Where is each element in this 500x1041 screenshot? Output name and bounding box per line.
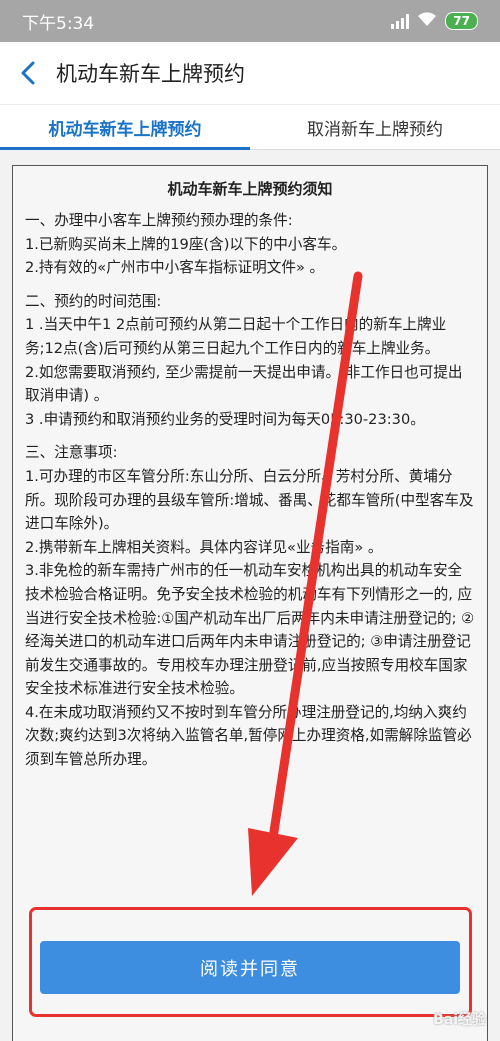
notice-section-time-range: 二、预约的时间范围: 1 .当天中午1 2点前可预约从第二日起十个工作日内的新车… [25,290,475,432]
notice-line: 一、办理中小客车上牌预约预办理的条件: [25,212,293,229]
signal-icon [391,13,410,29]
notice-title: 机动车新车上牌预约须知 [167,180,333,198]
status-time: 下午5:34 [22,13,95,34]
notice-section-notes: 三、注意事项: 1.可办理的市区车管分所:东山分所、白云分所、芳村分所、黄埔分所… [25,441,475,771]
tab-new-car-booking[interactable]: 机动车新车上牌预约 [0,105,250,150]
notice-line: 2.携带新车上牌相关资料。具体内容详见«业务指南» 。 [25,538,383,556]
notice-section-conditions: 一、办理中小客车上牌预约预办理的条件: 1.已新购买尚未上牌的19座(含)以下的… [25,209,475,280]
notice-line: 3 .申请预约和取消预约业务的受理时间为每天05:30-23:30。 [25,410,425,428]
tab-cancel-booking[interactable]: 取消新车上牌预约 [250,105,500,149]
notice-line: 2.持有效的«广州市中小客车指标证明文件» 。 [25,259,325,277]
page-title: 机动车新车上牌预约 [56,62,245,86]
watermark-logo: Bai经验 [433,1012,486,1028]
notice-line: 二、预约的时间范围: [25,292,162,310]
notice-line: 3.非免检的新车需持广州市的任一机动车安检机构出具的机动车安全技术检验合格证明。… [25,562,475,698]
status-icons: 77 [391,11,478,31]
read-and-agree-button[interactable]: 阅读并同意 [40,941,460,994]
notice-line: 2.如您需要取消预约, 至少需提前一天提出申请。(非工作日也可提出取消申请) 。 [25,363,463,405]
notice-line: 三、注意事项: [25,444,118,462]
app-header: 机动车新车上牌预约 [0,42,500,104]
tab-bar: 机动车新车上牌预约 取消新车上牌预约 [0,104,500,150]
notice-line: 1 .当天中午1 2点前可预约从第二日起十个工作日内的新车上牌业务;12点(含)… [25,316,447,357]
notice-line: 4.在未成功取消预约又不按时到车管分所办理注册登记的,均纳入爽约次数;爽约达到3… [25,703,472,769]
wifi-icon [417,11,437,31]
status-bar: 下午5:34 77 [0,0,500,42]
notice-line: 1.可办理的市区车管分所:东山分所、白云分所、芳村分所、黄埔分所。现阶段可办理的… [25,467,474,533]
battery-icon: 77 [445,12,478,30]
notice-line: 1.已新购买尚未上牌的19座(含)以下的中小客车。 [25,235,347,253]
highlight-annotation-box: 阅读并同意 [29,907,472,1017]
back-arrow-icon[interactable] [0,42,56,104]
